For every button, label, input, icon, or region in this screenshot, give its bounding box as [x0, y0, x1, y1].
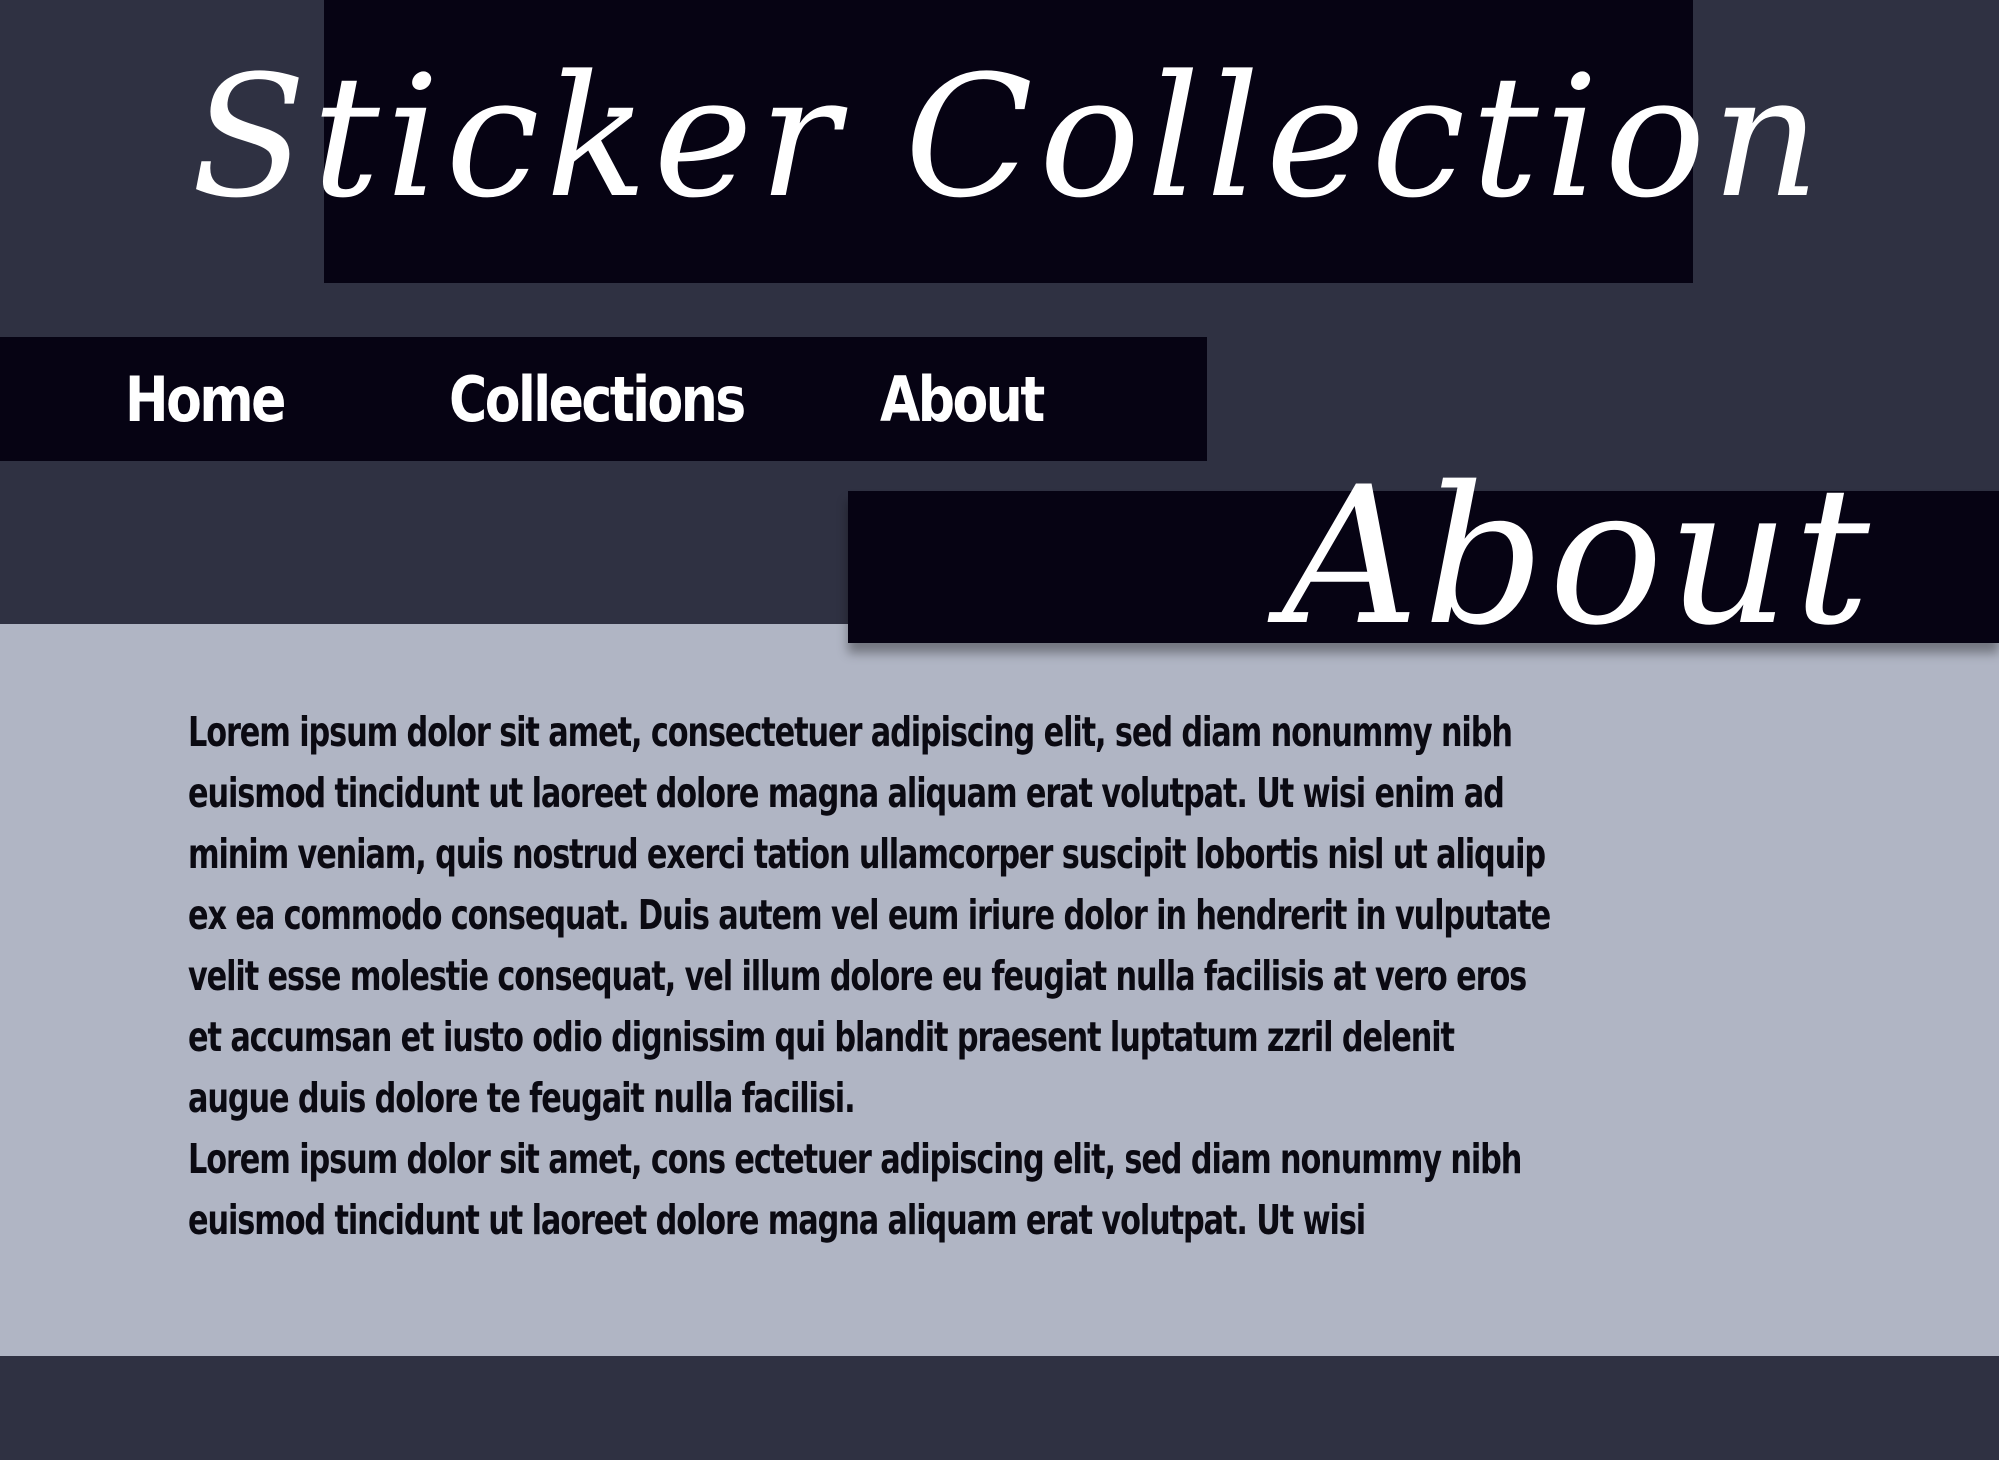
- section-title: About: [1282, 446, 1874, 667]
- site-title: Sticker Collection: [191, 38, 1826, 235]
- nav-item-collections[interactable]: Collections: [449, 337, 746, 461]
- nav-item-home[interactable]: Home: [125, 337, 286, 461]
- main-nav: Home Collections About: [0, 337, 1207, 461]
- title-banner: Sticker Collection: [191, 0, 1820, 283]
- paragraph: Lorem ipsum dolor sit amet, cons ectetue…: [188, 1135, 1522, 1244]
- paragraph: Lorem ipsum dolor sit amet, consectetuer…: [188, 708, 1551, 1122]
- nav-item-about[interactable]: About: [880, 337, 1045, 461]
- body-copy: Lorem ipsum dolor sit amet, consectetuer…: [188, 702, 1557, 1251]
